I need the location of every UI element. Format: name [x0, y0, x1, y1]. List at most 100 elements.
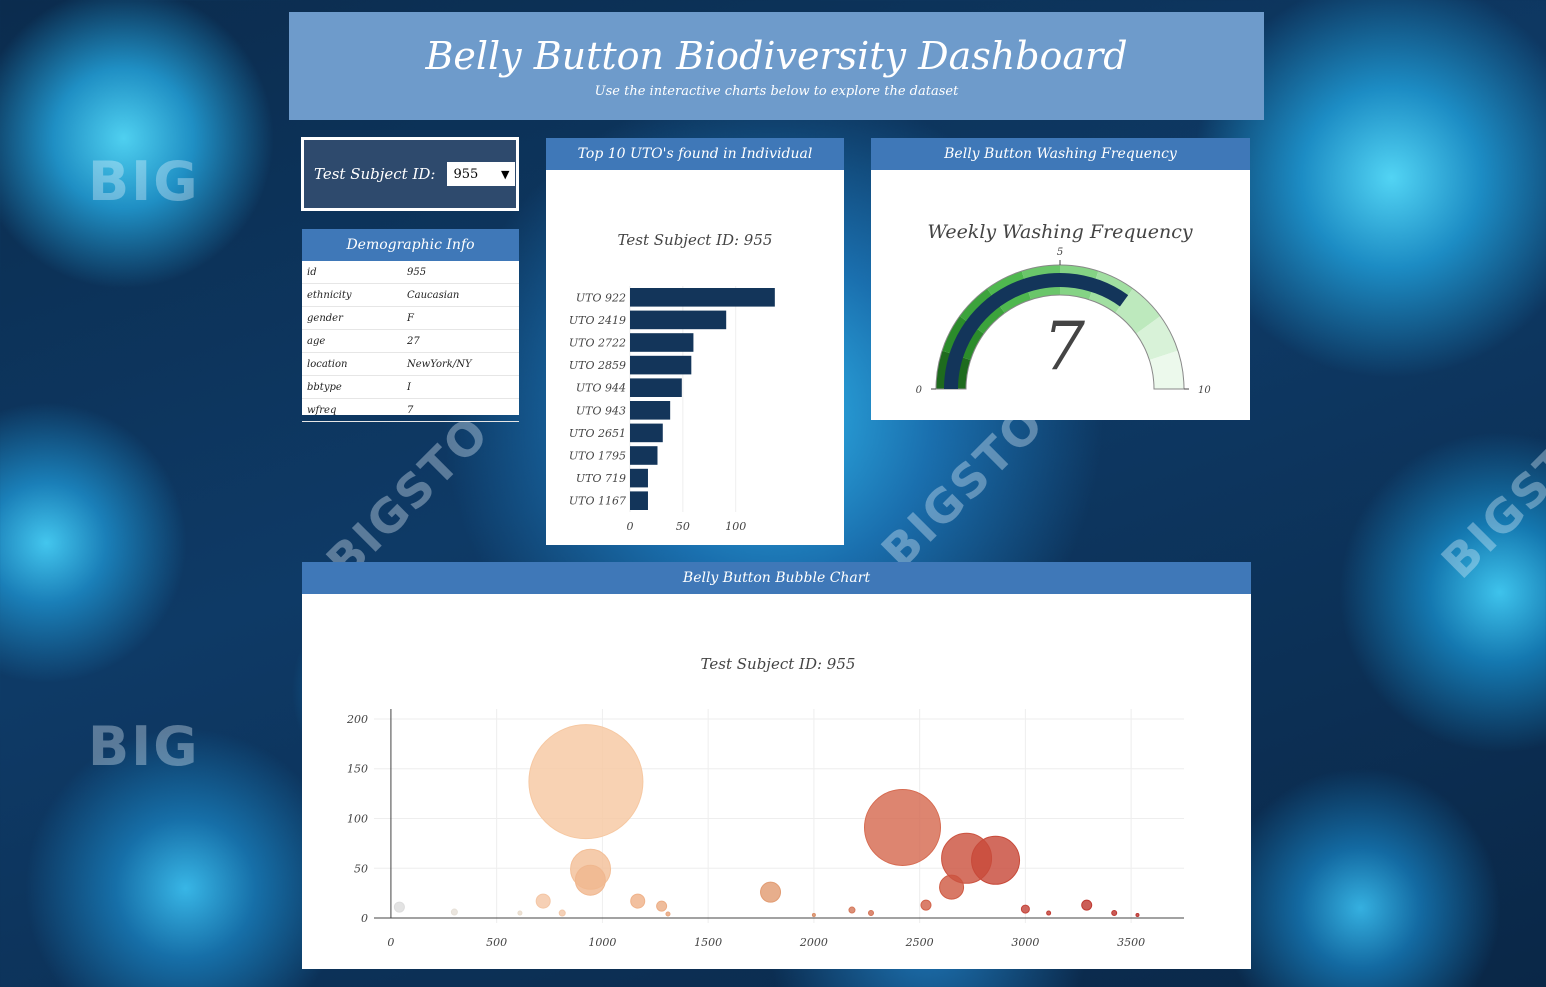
- bar: [630, 423, 663, 443]
- bubble: [665, 911, 671, 917]
- bubble-chart-title: Test Subject ID: 955: [701, 655, 856, 673]
- subject-selector-panel: Test Subject ID: 955 ▼: [301, 137, 519, 211]
- demo-key: wfreq: [302, 398, 402, 422]
- subject-id-value: 955: [453, 166, 479, 182]
- bubble-y-tick-label: 150: [347, 763, 368, 776]
- gauge-value-label: 7: [1043, 308, 1085, 385]
- bar: [630, 288, 775, 307]
- bar-x-tick-label: 50: [676, 520, 690, 533]
- bar: [630, 378, 682, 397]
- bubble: [1020, 904, 1030, 914]
- bubble: [760, 881, 782, 903]
- table-row: location NewYork/NY: [302, 352, 519, 376]
- bubble-x-tick-label: 1000: [588, 936, 616, 949]
- bubble: [864, 788, 942, 866]
- bubble: [558, 909, 566, 917]
- bubble: [574, 864, 606, 896]
- bubble-y-tick-label: 50: [354, 862, 368, 875]
- bar-y-tick-label: UTO 1795: [569, 450, 626, 463]
- demographic-panel-header: Demographic Info: [302, 229, 519, 261]
- bubble: [848, 906, 856, 914]
- bubble-chart-panel-header: Belly Button Bubble Chart: [302, 562, 1251, 594]
- gauge-title: Weekly Washing Frequency: [927, 221, 1193, 243]
- gauge-tick-label: 5: [1057, 247, 1063, 258]
- bubble-x-tick-label: 3000: [1011, 936, 1039, 949]
- bar: [630, 446, 658, 465]
- bubble: [1046, 910, 1052, 916]
- demographic-panel: Demographic Info id 955 ethnicity Caucasia…: [302, 229, 519, 422]
- bar-chart: Test Subject ID: 955 0 50 100 UTO 922 UTO 241…: [569, 231, 775, 568]
- demo-value: I: [402, 375, 519, 399]
- bar-y-tick-label: UTO 943: [576, 404, 626, 417]
- bubble-x-tick-label: 1500: [694, 936, 722, 949]
- bubble: [811, 913, 816, 918]
- bar: [630, 333, 694, 352]
- bar-y-tick-label: UTO 2651: [569, 427, 626, 440]
- chevron-down-icon: ▼: [501, 167, 510, 181]
- bubble-y-tick-label: 100: [347, 812, 368, 825]
- bar: [630, 355, 692, 375]
- bar-chart-title: Test Subject ID: 955: [618, 231, 773, 249]
- gauge-tick-label: 10: [1198, 385, 1211, 396]
- bar-y-tick-label: UTO 1167: [569, 495, 626, 508]
- gauge-panel: Belly Button Washing Frequency Weekly Wa…: [871, 138, 1250, 420]
- bubble-x-tick-label: 3500: [1117, 936, 1145, 949]
- bubble-x-tick-label: 500: [486, 936, 507, 949]
- bubble-x-axis-label: Sample Value: [733, 968, 823, 969]
- demo-key: age: [302, 329, 402, 353]
- demo-key: id: [302, 261, 402, 284]
- bubble: [920, 899, 932, 911]
- bar-y-tick-label: UTO 922: [576, 291, 626, 304]
- bubble: [630, 893, 646, 909]
- bar: [630, 468, 648, 488]
- demographic-table: id 955 ethnicity Caucasian gender F age 27 l…: [302, 261, 519, 422]
- bubble: [528, 724, 644, 840]
- page-subtitle: Use the interactive charts below to expl…: [594, 84, 959, 99]
- bar: [630, 491, 648, 510]
- watermark: BIG: [88, 715, 200, 778]
- bubble: [867, 910, 874, 917]
- demo-key: ethnicity: [302, 283, 402, 307]
- bubble: [1081, 899, 1093, 911]
- subject-selector-label: Test Subject ID:: [314, 165, 436, 183]
- demo-value: 27: [402, 329, 519, 353]
- demo-key: bbtype: [302, 375, 402, 399]
- page-title: Belly Button Biodiversity Dashboard: [425, 34, 1128, 78]
- bubble: [450, 908, 458, 916]
- bar-x-tick-label: 0: [627, 520, 634, 533]
- bar-y-tick-label: UTO 944: [576, 382, 626, 395]
- table-row: ethnicity Caucasian: [302, 283, 519, 307]
- bubble-chart: Test Subject ID: 955 0 50 100 150 2000 500 1000…: [346, 655, 1184, 983]
- bubble-y-tick-label: 200: [346, 713, 368, 726]
- watermark: BIGSTO: [1431, 405, 1546, 589]
- bubble: [1111, 910, 1118, 917]
- demo-value: F: [402, 306, 519, 330]
- demo-key: location: [302, 352, 402, 376]
- page-header: Belly Button Biodiversity Dashboard Use …: [289, 12, 1264, 120]
- gauge-panel-header: Belly Button Washing Frequency: [871, 138, 1250, 170]
- demo-value: Caucasian: [402, 283, 519, 307]
- bar-y-tick-label: UTO 2859: [569, 359, 626, 372]
- bar-y-tick-label: UTO 2419: [569, 314, 626, 327]
- bar: [630, 401, 671, 420]
- subject-id-select[interactable]: 955 ▼: [447, 162, 516, 186]
- table-row: id 955: [302, 261, 519, 284]
- bar-chart-panel: Top 10 UTO's found in Individual Test Su…: [546, 138, 844, 568]
- bubble-chart-panel: Belly Button Bubble Chart Test Subject I…: [302, 562, 1251, 983]
- bubble: [656, 900, 668, 912]
- demo-key: gender: [302, 306, 402, 330]
- bubble-x-tick-label: 0: [387, 936, 394, 949]
- bubble: [1135, 913, 1140, 918]
- demo-value: 955: [402, 261, 519, 284]
- bubble: [393, 901, 405, 913]
- bar: [630, 310, 727, 330]
- bubble-x-tick-label: 2000: [799, 936, 828, 949]
- bubble: [535, 893, 551, 909]
- bubble-x-tick-label: 2500: [905, 936, 934, 949]
- bubble: [517, 910, 523, 916]
- bar-x-tick-label: 100: [725, 520, 746, 533]
- gauge-tick-label: 0: [916, 385, 923, 396]
- table-row: bbtype I: [302, 375, 519, 399]
- watermark: BIG: [88, 150, 200, 213]
- table-row: gender F: [302, 306, 519, 330]
